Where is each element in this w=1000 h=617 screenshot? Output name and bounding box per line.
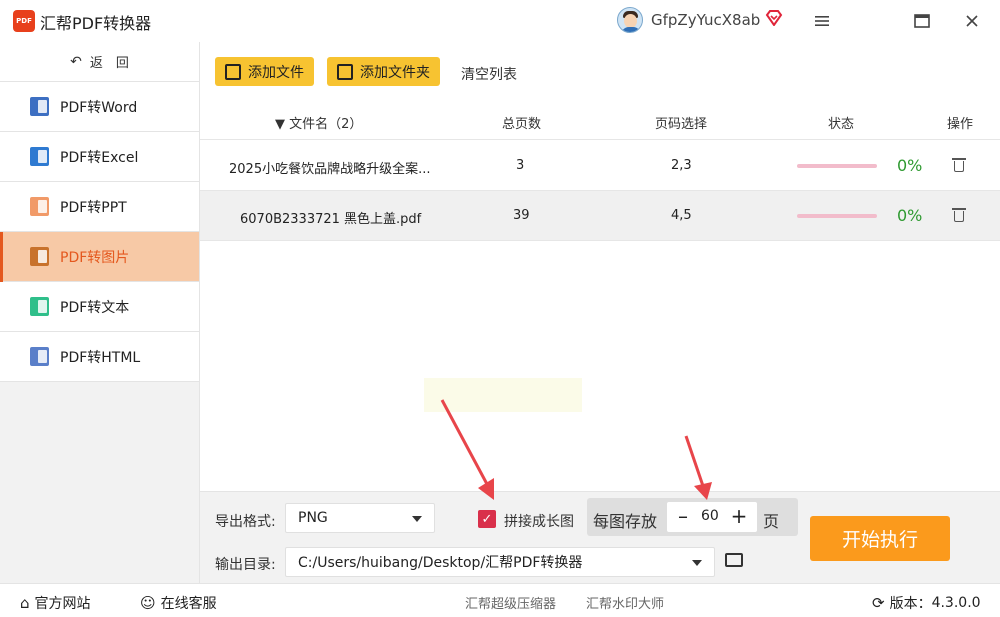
decrement-button[interactable]: – [673,506,693,526]
sort-down-icon: ▼ [275,117,285,132]
sidebar-item-pdf-to-image[interactable]: PDF转图片 [0,232,199,282]
output-dir-select[interactable]: C:/Users/huibang/Desktop/汇帮PDF转换器 [285,547,715,577]
file-name: 2025小吃餐饮品牌战略升级全案... [229,162,431,177]
progress-percent: 0% [897,206,923,225]
add-folder-button[interactable]: 添加文件夹 [327,57,440,86]
watermark-master-link[interactable]: 汇帮水印大师 [586,593,664,612]
close-button[interactable] [960,9,984,33]
page-select-column-header: 页码选择 [655,117,708,132]
sidebar: ↶ 返 回 PDF转Word PDF转Excel PDF转PPT PDF转图片 … [0,42,200,583]
table-row[interactable]: 6070B2333721 黑色上盖.pdf 39 4,5 0% [200,191,1000,241]
sidebar-item-pdf-to-html[interactable]: PDF转HTML [0,332,199,382]
toolbar: 添加文件 添加文件夹 清空列表 [200,42,1000,100]
pages-per-image-stepper: – 60 + [667,502,757,532]
pages-per-image-value[interactable]: 60 [701,508,719,524]
page-unit-label: 页 [763,512,780,531]
table-row[interactable]: 2025小吃餐饮品牌战略升级全案... 3 2,3 0% [200,141,1000,191]
compressor-link[interactable]: 汇帮超级压缩器 [465,593,556,612]
main-panel: 添加文件 添加文件夹 清空列表 ▼ 文件名（2） 总页数 页码选择 状态 操作 … [200,42,1000,491]
app-logo-icon: PDF [13,10,35,32]
html-icon [30,347,49,366]
sidebar-item-pdf-to-word[interactable]: PDF转Word [0,82,199,132]
home-icon: ⌂ [20,594,30,612]
folder-open-icon[interactable] [725,553,743,567]
official-website-link[interactable]: ⌂ 官方网站 [20,593,91,613]
word-icon [30,97,49,116]
version-info[interactable]: ⟳ 版本： 4.3.0.0 [872,593,981,613]
username[interactable]: GfpZyYucX8ab [651,11,760,29]
progress-bar [797,164,877,168]
stitch-long-image-checkbox[interactable]: ✓ [478,510,496,528]
back-button[interactable]: ↶ 返 回 [0,42,199,82]
user-avatar[interactable] [617,7,643,33]
file-table-header: ▼ 文件名（2） 总页数 页码选择 状态 操作 [200,100,1000,140]
app-title: 汇帮PDF转换器 [40,14,152,33]
vip-diamond-icon[interactable] [765,10,783,30]
headset-icon: ☺ [140,594,156,612]
format-label: 导出格式: [215,514,276,530]
pages-column-header: 总页数 [502,117,542,132]
filename-column-header[interactable]: ▼ 文件名（2） [275,113,362,132]
file-name: 6070B2333721 黑色上盖.pdf [240,212,422,227]
pages-per-image-label: 每图存放 [593,512,658,531]
check-icon: ✓ [481,511,493,527]
sidebar-item-pdf-to-excel[interactable]: PDF转Excel [0,132,199,182]
back-arrow-icon: ↶ [70,53,82,70]
sidebar-item-pdf-to-text[interactable]: PDF转文本 [0,282,199,332]
output-dir-label: 输出目录: [215,557,276,573]
title-bar: PDF 汇帮PDF转换器 GfpZyYucX8ab [0,0,1000,42]
online-support-link[interactable]: ☺ 在线客服 [140,593,217,613]
page-count: 39 [513,208,530,223]
chevron-down-icon [412,516,422,522]
clear-list-button[interactable]: 清空列表 [461,64,517,84]
add-file-button[interactable]: 添加文件 [215,57,314,86]
refresh-icon: ⟳ [872,594,885,612]
maximize-button[interactable] [910,9,934,33]
pages-per-image-group: 每图存放 – 60 + 页 [587,498,798,536]
add-folder-icon [337,63,353,80]
maximize-icon [914,14,930,28]
progress-bar [797,214,877,218]
page-select-input[interactable]: 4,5 [671,208,692,223]
faint-watermark [424,378,582,412]
ppt-icon [30,197,49,216]
text-icon [30,297,49,316]
menu-button[interactable] [810,9,834,33]
page-count: 3 [516,158,525,173]
sidebar-item-pdf-to-ppt[interactable]: PDF转PPT [0,182,199,232]
actions-column-header: 操作 [947,117,974,132]
export-options-panel: 导出格式: PNG ✓ 拼接成长图 每图存放 – 60 + 页 输出目录: C:… [200,491,1000,583]
add-file-icon [225,63,241,80]
close-icon [966,15,978,27]
chevron-down-icon [692,560,702,566]
start-button[interactable]: 开始执行 [810,516,950,561]
status-column-header: 状态 [828,117,855,132]
delete-icon[interactable] [952,157,966,173]
increment-button[interactable]: + [729,506,749,526]
hamburger-icon [815,16,829,26]
stitch-long-image-label[interactable]: 拼接成长图 [504,511,574,531]
format-select[interactable]: PNG [285,503,435,533]
status-bar: ⌂ 官方网站 ☺ 在线客服 汇帮超级压缩器 汇帮水印大师 ⟳ 版本： 4.3.0… [0,583,1000,617]
progress-percent: 0% [897,156,923,175]
image-icon [30,247,49,266]
delete-icon[interactable] [952,207,966,223]
excel-icon [30,147,49,166]
page-select-input[interactable]: 2,3 [671,158,692,173]
